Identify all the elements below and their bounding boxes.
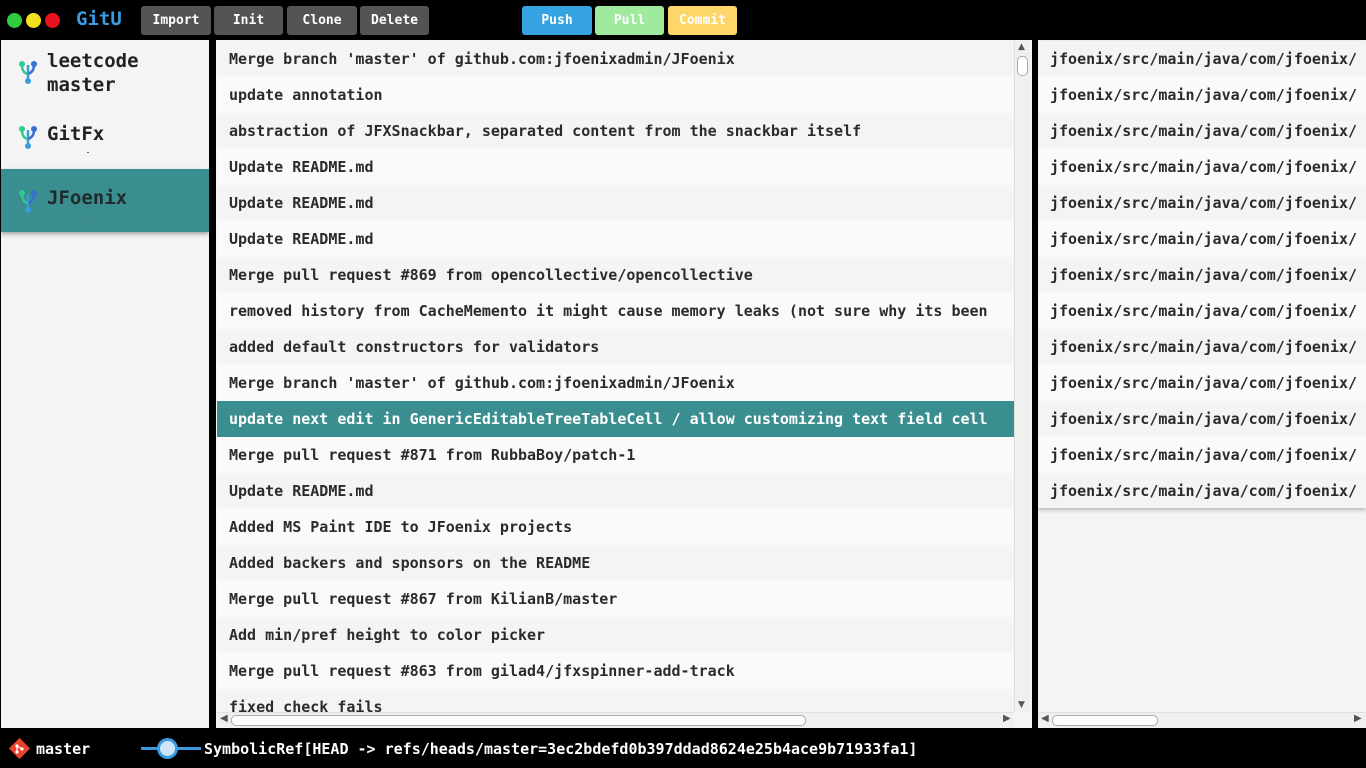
- clone-button[interactable]: Clone: [287, 6, 357, 35]
- scroll-thumb[interactable]: [231, 715, 806, 726]
- changed-file-row[interactable]: jfoenix/src/main/java/com/jfoenix/: [1038, 257, 1366, 293]
- commit-row[interactable]: Added MS Paint IDE to JFoenix projects: [217, 509, 1014, 545]
- commit-list-horizontal-scrollbar[interactable]: ◀ ▶: [217, 712, 1014, 727]
- changed-file-row[interactable]: jfoenix/src/main/java/com/jfoenix/: [1038, 365, 1366, 401]
- commit-row[interactable]: Merge pull request #869 from opencollect…: [217, 257, 1014, 293]
- init-button[interactable]: Init: [214, 6, 283, 35]
- changed-file-row[interactable]: jfoenix/src/main/java/com/jfoenix/: [1038, 185, 1366, 221]
- files-horizontal-scrollbar[interactable]: ◀ ▶: [1038, 712, 1366, 727]
- title-bar: GitU Import Init Clone Delete Push Pull …: [0, 0, 1366, 40]
- changed-file-row[interactable]: jfoenix/src/main/java/com/jfoenix/: [1038, 113, 1366, 149]
- repo-item-gitfx[interactable]: GitFx: [1, 105, 209, 168]
- changed-file-row[interactable]: jfoenix/src/main/java/com/jfoenix/: [1038, 437, 1366, 473]
- repo-name: JFoenix: [47, 187, 128, 209]
- scroll-left-icon[interactable]: ◀: [1041, 713, 1049, 724]
- repo-branch-placeholder: [87, 152, 89, 153]
- commit-list: Merge branch 'master' of github.com:jfoe…: [217, 41, 1014, 712]
- commit-row[interactable]: fixed check fails: [217, 689, 1014, 712]
- repo-branch: master: [47, 74, 116, 96]
- commit-row[interactable]: Merge branch 'master' of github.com:jfoe…: [217, 365, 1014, 401]
- current-branch-label: master: [36, 740, 91, 758]
- pull-button[interactable]: Pull: [595, 6, 664, 35]
- scroll-right-icon[interactable]: ▶: [1354, 713, 1362, 724]
- commit-row[interactable]: Update README.md: [217, 473, 1014, 509]
- commit-row[interactable]: Add min/pref height to color picker: [217, 617, 1014, 653]
- scroll-thumb[interactable]: [1017, 56, 1028, 76]
- changed-file-row[interactable]: jfoenix/src/main/java/com/jfoenix/: [1038, 401, 1366, 437]
- commit-row[interactable]: Merge pull request #863 from gilad4/jfxs…: [217, 653, 1014, 689]
- commit-button[interactable]: Commit: [668, 6, 737, 35]
- changed-file-row[interactable]: jfoenix/src/main/java/com/jfoenix/: [1038, 149, 1366, 185]
- commit-row[interactable]: removed history from CacheMemento it mig…: [217, 293, 1014, 329]
- app-title: GitU: [76, 8, 122, 30]
- changed-file-row[interactable]: jfoenix/src/main/java/com/jfoenix/: [1038, 221, 1366, 257]
- repo-item-leetcode[interactable]: leetcode master: [1, 40, 209, 104]
- changed-file-row[interactable]: jfoenix/src/main/java/com/jfoenix/: [1038, 41, 1366, 77]
- commit-row[interactable]: abstraction of JFXSnackbar, separated co…: [217, 113, 1014, 149]
- commit-row[interactable]: added default constructors for validator…: [217, 329, 1014, 365]
- window-maximize-dot[interactable]: [7, 13, 22, 28]
- import-button[interactable]: Import: [141, 6, 211, 35]
- head-ref-text: SymbolicRef[HEAD -> refs/heads/master=3e…: [204, 740, 918, 758]
- commit-row[interactable]: Update README.md: [217, 221, 1014, 257]
- changed-file-row[interactable]: jfoenix/src/main/java/com/jfoenix/: [1038, 329, 1366, 365]
- history-slider-knob[interactable]: [157, 738, 178, 759]
- commit-list-panel: Merge branch 'master' of github.com:jfoe…: [216, 40, 1032, 728]
- changed-file-row[interactable]: jfoenix/src/main/java/com/jfoenix/: [1038, 293, 1366, 329]
- repo-item-jfoenix[interactable]: JFoenix: [1, 169, 209, 232]
- changed-file-row[interactable]: jfoenix/src/main/java/com/jfoenix/: [1038, 473, 1366, 508]
- commit-row[interactable]: Update README.md: [217, 149, 1014, 185]
- repo-branch-placeholder: [87, 216, 89, 217]
- repo-name: leetcode: [47, 50, 139, 72]
- git-logo-icon: [9, 738, 30, 759]
- commit-list-vertical-scrollbar[interactable]: ▲ ▼: [1014, 41, 1030, 712]
- scroll-right-icon[interactable]: ▶: [1003, 713, 1011, 724]
- commit-row[interactable]: Update README.md: [217, 185, 1014, 221]
- commit-row[interactable]: Merge branch 'master' of github.com:jfoe…: [217, 41, 1014, 77]
- scroll-thumb[interactable]: [1052, 715, 1158, 726]
- scroll-up-icon[interactable]: ▲: [1018, 42, 1025, 52]
- repo-fork-icon: [19, 126, 37, 149]
- scroll-down-icon[interactable]: ▼: [1018, 700, 1025, 710]
- push-button[interactable]: Push: [522, 6, 592, 35]
- commit-row[interactable]: Added backers and sponsors on the README: [217, 545, 1014, 581]
- repo-sidebar: leetcode master GitFx JFoenix: [1, 40, 209, 728]
- changed-files-list: jfoenix/src/main/java/com/jfoenix/jfoeni…: [1038, 41, 1366, 508]
- repo-fork-icon: [19, 61, 37, 84]
- commit-row[interactable]: Merge pull request #867 from KilianB/mas…: [217, 581, 1014, 617]
- repo-fork-icon: [19, 190, 37, 213]
- changed-files-panel: jfoenix/src/main/java/com/jfoenix/jfoeni…: [1038, 40, 1366, 728]
- commit-row-selected[interactable]: update next edit in GenericEditableTreeT…: [217, 401, 1014, 437]
- changed-file-row[interactable]: jfoenix/src/main/java/com/jfoenix/: [1038, 77, 1366, 113]
- window-close-dot[interactable]: [45, 13, 60, 28]
- commit-row[interactable]: Merge pull request #871 from RubbaBoy/pa…: [217, 437, 1014, 473]
- repo-name: GitFx: [47, 123, 105, 145]
- commit-row[interactable]: update annotation: [217, 77, 1014, 113]
- scroll-left-icon[interactable]: ◀: [220, 713, 228, 724]
- delete-button[interactable]: Delete: [360, 6, 429, 35]
- window-minimize-dot[interactable]: [26, 13, 41, 28]
